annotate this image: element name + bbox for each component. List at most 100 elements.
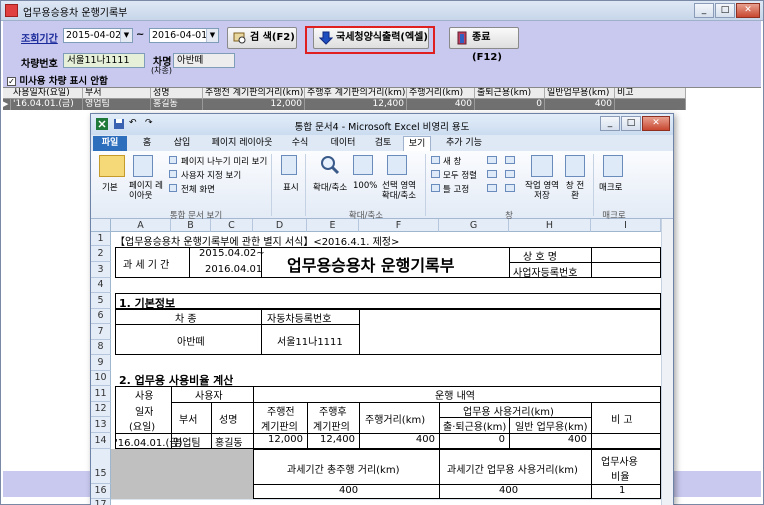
switch-window-label[interactable]: 창 전환 (563, 181, 587, 201)
use-date-line1[interactable]: 사용 (135, 387, 153, 402)
row-header-15[interactable]: 15 (91, 449, 111, 484)
ratio-cell[interactable]: 1 (619, 485, 625, 496)
tab-formulas[interactable]: 수식 (285, 136, 315, 151)
data-commute-cell[interactable]: 0 (443, 434, 505, 445)
data-name-cell[interactable]: 홍길동 (215, 434, 243, 449)
commute-label-cell[interactable]: 출·퇴근용(km) (443, 418, 506, 433)
save-workspace-icon[interactable] (531, 155, 553, 177)
row-header-4[interactable]: 4 (91, 278, 111, 293)
tab-insert[interactable]: 삽입 (165, 136, 199, 151)
period-label-cell[interactable]: 과 세 기 간 (123, 256, 169, 271)
car-type-label-cell[interactable]: 차 종 (175, 310, 197, 325)
row-header-16[interactable]: 16 (91, 484, 111, 499)
row-date[interactable]: '16.04.01.(금) (11, 99, 83, 110)
row-header-6[interactable]: 6 (91, 309, 111, 324)
close-button[interactable]: ✕ (736, 3, 760, 18)
row-header-3[interactable]: 3 (91, 262, 111, 278)
minimize-button[interactable]: _ (694, 3, 714, 18)
header-date[interactable]: 사용일자(요일) (3, 88, 83, 99)
zoom-selection-icon[interactable] (387, 155, 407, 175)
vertical-scrollbar[interactable] (661, 219, 673, 505)
hide-unused-checkbox[interactable]: ✓ 미사용 차량 표시 안함 (7, 73, 108, 87)
before-label-1[interactable]: 주행전 (267, 403, 295, 418)
zoom-label[interactable]: 확대/축소 (313, 181, 347, 193)
date-to-combo[interactable]: 2016-04-01 ▼ (149, 28, 219, 43)
zoom-selection-label[interactable]: 선택 영역 확대/축소 (379, 181, 419, 201)
dept-label-cell[interactable]: 부서 (179, 411, 197, 426)
column-header-h[interactable]: H (509, 219, 591, 232)
sync-scroll-icon[interactable] (505, 170, 515, 178)
date-from-combo[interactable]: 2015-04-02 ▼ (63, 28, 133, 43)
company-label-cell[interactable]: 상 호 명 (523, 248, 557, 263)
header-name[interactable]: 성명 (151, 88, 203, 99)
total-run-cell[interactable]: 400 (339, 485, 358, 496)
header-before[interactable]: 주행전 계기판의거리(km) (203, 88, 305, 99)
table-row[interactable]: ▶ '16.04.01.(금) 영업팀 홍길동 12,000 12,400 40… (3, 99, 686, 110)
before-label-2[interactable]: 계기판의 (261, 418, 298, 433)
tab-view[interactable]: 보기 (403, 136, 431, 151)
row-header-7[interactable]: 7 (91, 324, 111, 340)
row-header-13[interactable]: 13 (91, 417, 111, 433)
car-no-field[interactable]: 서울11나1111 (63, 53, 145, 68)
row-header-17[interactable]: 17 (91, 499, 111, 505)
page-break-preview[interactable]: 페이지 나누기 미리 보기 (181, 155, 267, 167)
header-dept[interactable]: 부서 (83, 88, 151, 99)
macro-label[interactable]: 매크로 (599, 181, 622, 193)
page-layout-label[interactable]: 페이지 레이아웃 (129, 181, 163, 201)
row-header-2[interactable]: 2 (91, 246, 111, 262)
excel-close-button[interactable]: ✕ (642, 116, 670, 131)
row-dept[interactable]: 영업팀 (83, 99, 151, 110)
header-after[interactable]: 주행후 계기판의거리(km) (305, 88, 407, 99)
data-dept-cell[interactable]: 영업팀 (173, 434, 201, 449)
header-note[interactable]: 비고 (615, 88, 686, 99)
total-run-label-cell[interactable]: 과세기간 총주행 거리(km) (287, 461, 400, 476)
column-header-i[interactable]: I (591, 219, 661, 232)
show-label[interactable]: 표시 (283, 181, 299, 193)
column-header-a[interactable]: A (111, 219, 171, 232)
period-from-cell[interactable]: 2015.04.02~ (199, 248, 265, 259)
column-header-c[interactable]: C (211, 219, 253, 232)
row-header-12[interactable]: 12 (91, 402, 111, 417)
sheet-r1-title[interactable]: 【업무용승용차 운행기록부에 관한 별지 서식】<2016.4.1. 제정> (115, 233, 399, 248)
row-before[interactable]: 12,000 (203, 99, 305, 110)
total-biz-label-cell[interactable]: 과세기간 업무용 사용거리(km) (447, 461, 578, 476)
row-header-10[interactable]: 10 (91, 371, 111, 386)
period-to-cell[interactable]: 2016.04.01 (205, 264, 262, 275)
page-layout-icon[interactable] (133, 155, 153, 177)
column-header-d[interactable]: D (253, 219, 307, 232)
tab-page-layout[interactable]: 페이지 레이아웃 (205, 136, 279, 151)
ratio-label-2[interactable]: 비율 (611, 468, 629, 483)
unhide-icon[interactable] (487, 184, 497, 192)
exit-button[interactable]: 종료(F12) (449, 27, 519, 63)
search-button[interactable]: 검 색(F2) (227, 27, 297, 49)
row-after[interactable]: 12,400 (305, 99, 407, 110)
row-note[interactable] (615, 99, 686, 110)
data-before-cell[interactable]: 12,000 (257, 434, 303, 445)
run-detail-label-cell[interactable]: 운행 내역 (435, 387, 475, 402)
excel-restore-button[interactable]: □ (621, 116, 641, 131)
row-distance[interactable]: 400 (407, 99, 475, 110)
excel-minimize-button[interactable]: _ (600, 116, 620, 131)
row-name[interactable]: 홍길동 (151, 99, 203, 110)
column-header-e[interactable]: E (307, 219, 359, 232)
name-label-cell[interactable]: 성명 (219, 411, 237, 426)
zoom-100-icon[interactable] (353, 155, 373, 175)
row-header-1[interactable]: 1 (91, 232, 111, 246)
car-name-field[interactable]: 아반떼 (173, 53, 235, 68)
column-header-g[interactable]: G (439, 219, 509, 232)
side-by-side-icon[interactable] (505, 156, 515, 164)
tab-review[interactable]: 검토 (369, 136, 397, 151)
after-label-1[interactable]: 주행후 (319, 403, 347, 418)
use-date-line2[interactable]: 일자 (135, 403, 153, 418)
note-label-cell[interactable]: 비 고 (611, 411, 633, 426)
save-workspace-label[interactable]: 작업 영역 저장 (523, 181, 561, 201)
ratio-label-1[interactable]: 업무사용 (601, 453, 638, 468)
row-header-11[interactable]: 11 (91, 386, 111, 402)
worksheet[interactable]: A B C D E F G H I 1 2 3 4 5 6 7 8 9 10 1… (91, 219, 673, 505)
split-icon[interactable] (487, 156, 497, 164)
macro-icon[interactable] (603, 155, 623, 177)
user-label-cell[interactable]: 사용자 (195, 387, 223, 402)
maximize-button[interactable]: □ (715, 3, 735, 18)
row-header-8[interactable]: 8 (91, 340, 111, 355)
data-distance-cell[interactable]: 400 (363, 434, 435, 445)
